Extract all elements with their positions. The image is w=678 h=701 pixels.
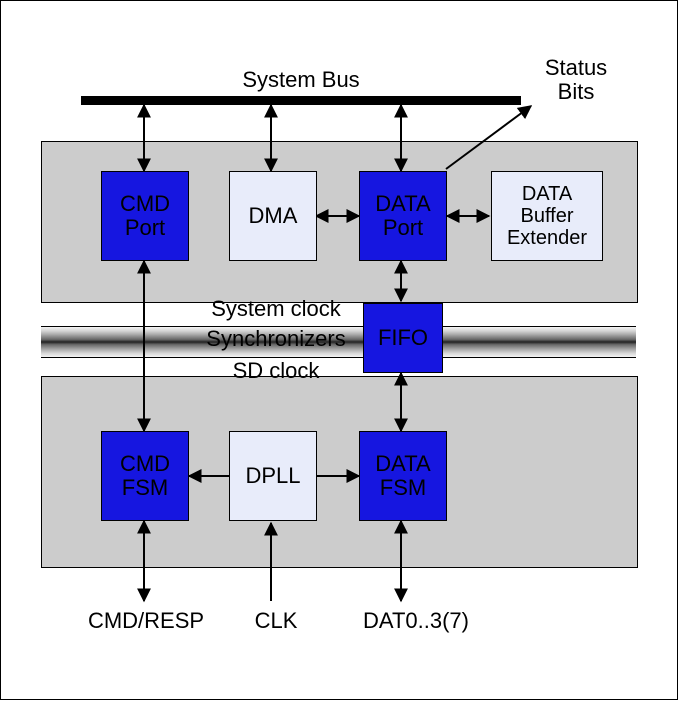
label-system-bus: System Bus [211, 68, 391, 92]
block-cmd-fsm: CMD FSM [101, 431, 189, 521]
block-data-buffer-extender: DATA Buffer Extender [491, 171, 603, 261]
block-dpll: DPLL [229, 431, 317, 521]
label-status-bits: Status Bits [521, 56, 631, 104]
diagram-canvas: CMD Port DMA DATA Port DATA Buffer Exten… [0, 0, 678, 700]
block-fifo: FIFO [363, 303, 443, 373]
label-clk: CLK [241, 609, 311, 633]
system-bus-bar [81, 96, 521, 105]
block-data-port: DATA Port [359, 171, 447, 261]
block-cmd-port: CMD Port [101, 171, 189, 261]
label-dat: DAT0..3(7) [341, 609, 491, 633]
label-cmd-resp: CMD/RESP [76, 609, 216, 633]
block-dma: DMA [229, 171, 317, 261]
block-data-fsm: DATA FSM [359, 431, 447, 521]
label-synchronizers: Synchronizers [186, 327, 366, 351]
label-sd-clock: SD clock [206, 359, 346, 383]
label-system-clock: System clock [191, 297, 361, 321]
